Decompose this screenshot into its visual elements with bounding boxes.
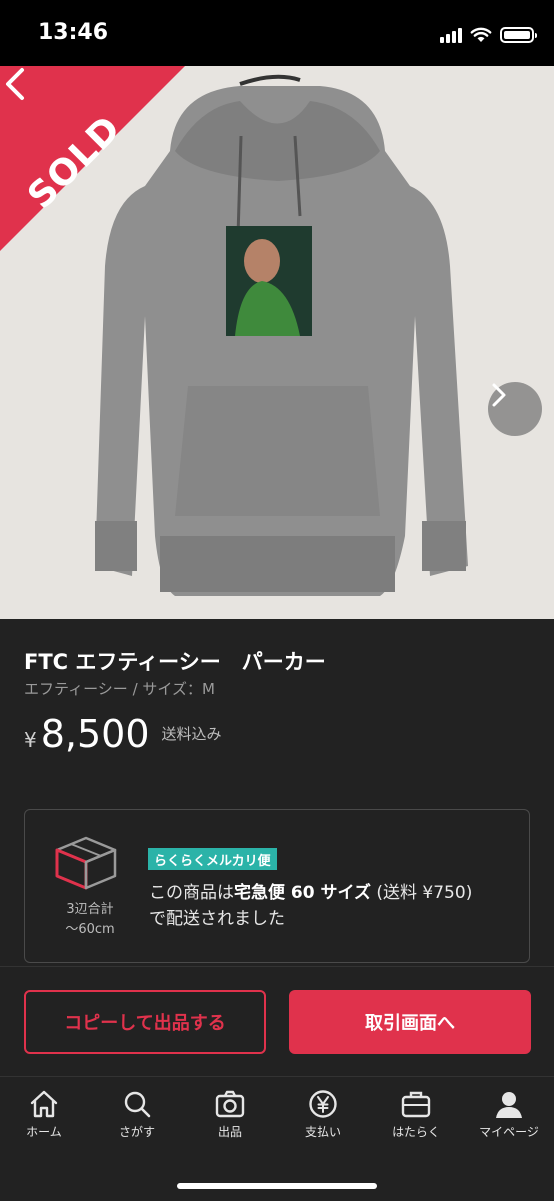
yen-icon <box>309 1090 337 1118</box>
product-photo[interactable]: SOLD 1 / 4 <box>0 66 554 619</box>
item-title: FTC エフティーシー パーカー <box>24 650 326 674</box>
briefcase-icon <box>401 1091 431 1118</box>
home-icon <box>30 1090 58 1118</box>
tab-mypage-label: マイページ <box>479 1125 539 1139</box>
size-line-1: 3辺合計 <box>66 902 114 917</box>
battery-icon <box>500 27 537 43</box>
tab-payment[interactable]: 支払い <box>283 1089 363 1140</box>
camera-icon <box>215 1090 245 1118</box>
tab-search[interactable]: さがす <box>97 1089 177 1140</box>
tab-work[interactable]: はたらく <box>376 1089 456 1140</box>
divider <box>0 966 554 967</box>
home-indicator[interactable] <box>177 1183 377 1189</box>
tab-search-label: さがす <box>118 1125 155 1139</box>
status-icons <box>440 24 537 46</box>
size-line-2: ～60cm <box>65 922 115 937</box>
price-currency: ¥ <box>24 728 37 752</box>
go-to-transaction-button[interactable]: 取引画面へ <box>289 990 531 1054</box>
shipping-text-bold: 宅急便 60 サイズ <box>234 883 371 903</box>
tab-mypage[interactable]: マイページ <box>469 1089 549 1140</box>
cellular-signal-icon <box>440 27 462 43</box>
wifi-icon <box>470 27 492 42</box>
next-image-button[interactable] <box>488 382 542 436</box>
person-icon <box>496 1092 522 1118</box>
status-time: 13:46 <box>38 20 109 45</box>
item-subtitle[interactable]: エフティーシー / サイズ：M <box>24 678 215 699</box>
chevron-right-icon <box>492 383 506 407</box>
tab-home[interactable]: ホーム <box>4 1089 84 1140</box>
copy-and-list-button[interactable]: コピーして出品する <box>24 990 266 1054</box>
shipping-method-badge: らくらくメルカリ便 <box>148 848 277 870</box>
shipping-text-pre: この商品は <box>149 883 234 903</box>
tab-home-label: ホーム <box>26 1125 62 1139</box>
shipping-description: この商品は宅急便 60 サイズ (送料 ¥750) で配送されました <box>149 880 489 932</box>
status-bar: 13:46 <box>0 0 554 66</box>
back-arrow-icon[interactable] <box>0 66 30 102</box>
package-size-label: 3辺合計 ～60cm <box>55 900 125 940</box>
tab-sell-label: 出品 <box>217 1125 242 1139</box>
tab-payment-label: 支払い <box>304 1125 341 1139</box>
price-note: 送料込み <box>161 725 222 743</box>
package-box-icon <box>55 836 117 890</box>
tab-sell[interactable]: 出品 <box>190 1089 270 1140</box>
shipping-info-box: 3辺合計 ～60cm らくらくメルカリ便 この商品は宅急便 60 サイズ (送料… <box>24 809 530 963</box>
item-price: ¥ 8,500 送料込み <box>24 712 222 756</box>
search-icon <box>124 1091 151 1118</box>
tab-work-label: はたらく <box>392 1125 440 1139</box>
price-value: 8,500 <box>40 712 150 756</box>
